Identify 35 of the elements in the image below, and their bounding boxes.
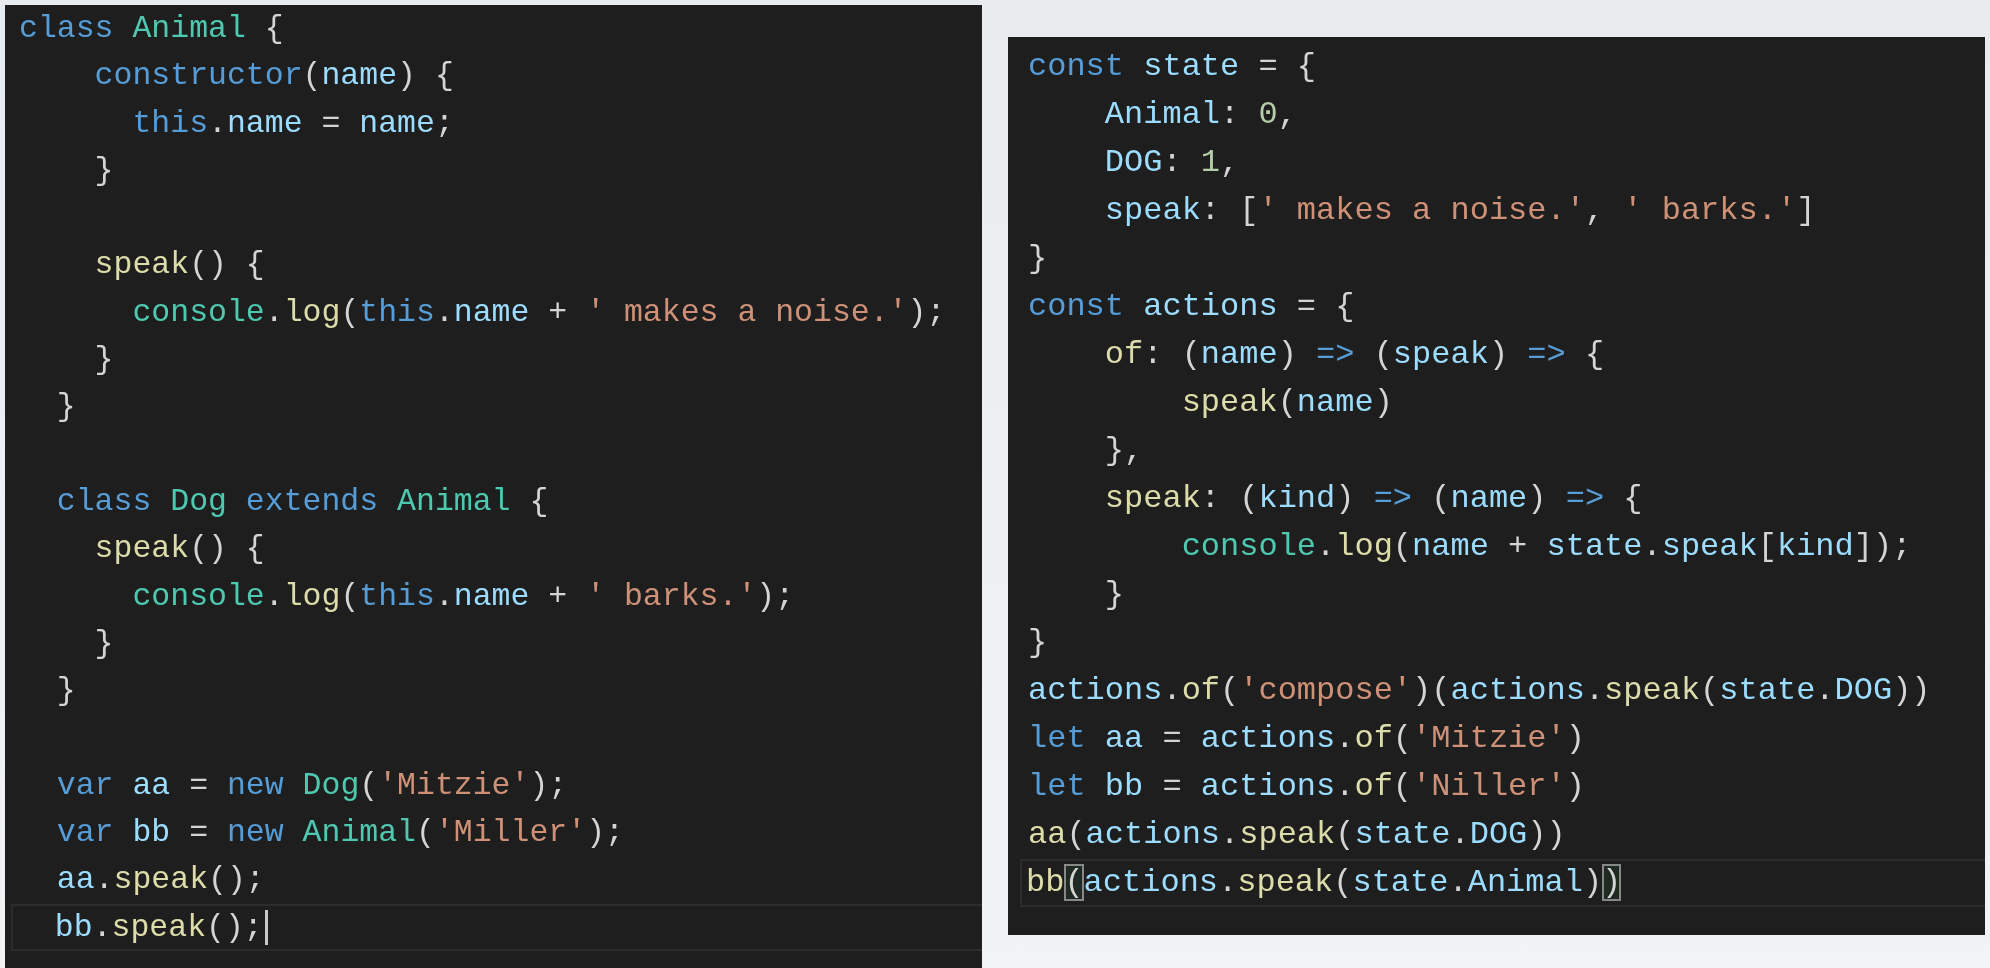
code-line: aa.speak(); — [55, 861, 266, 900]
code-line: console.log(name + state.speak[kind]); — [1180, 527, 1913, 567]
code-line: }, — [1103, 431, 1145, 471]
code-line: Animal: 0, — [1103, 95, 1298, 135]
code-line: aa(actions.speak(state.DOG)) — [1027, 815, 1567, 855]
code-line: speak() { — [93, 530, 266, 569]
code-line: constructor(name) { — [93, 57, 455, 96]
code-line: } — [93, 341, 115, 380]
code-line: let bb = actions.of('Niller') — [1027, 767, 1586, 807]
code-line: DOG: 1, — [1103, 143, 1241, 183]
code-line: class Animal { — [18, 10, 285, 48]
code-line: } — [93, 151, 115, 190]
code-line: console.log(this.name + ' barks.'); — [131, 577, 796, 616]
code-line: class Dog extends Animal { — [55, 482, 550, 521]
code-line: const state = { — [1027, 47, 1318, 87]
code-line: console.log(this.name + ' makes a noise.'); — [131, 293, 947, 332]
code-line: let aa = actions.of('Mitzie') — [1027, 719, 1586, 759]
code-line: bb(actions.speak(state.Animal)) — [1020, 859, 1985, 907]
code-line: bb.speak(); — [11, 903, 982, 951]
code-line: speak(name) — [1180, 383, 1394, 423]
code-line: actions.of('compose')(actions.speak(state.DOG)) — [1027, 671, 1932, 711]
code-line: speak() { — [93, 246, 266, 285]
code-line: } — [1027, 623, 1049, 663]
code-line: } — [55, 672, 77, 711]
code-line: speak: (kind) => (name) => { — [1103, 479, 1644, 519]
code-line: of: (name) => (speak) => { — [1103, 335, 1606, 375]
code-line: speak: [' makes a noise.', ' barks.'] — [1103, 191, 1817, 231]
code-line: const actions = { — [1027, 287, 1356, 327]
code-line: var aa = new Dog('Mitzie'); — [55, 766, 569, 805]
code-line: } — [1027, 239, 1049, 279]
code-line: } — [55, 388, 77, 427]
code-line: } — [1103, 575, 1125, 615]
code-line: } — [93, 624, 115, 663]
code-line: var bb = new Animal('Miller'); — [55, 814, 625, 853]
code-line: this.name = name; — [131, 104, 455, 143]
